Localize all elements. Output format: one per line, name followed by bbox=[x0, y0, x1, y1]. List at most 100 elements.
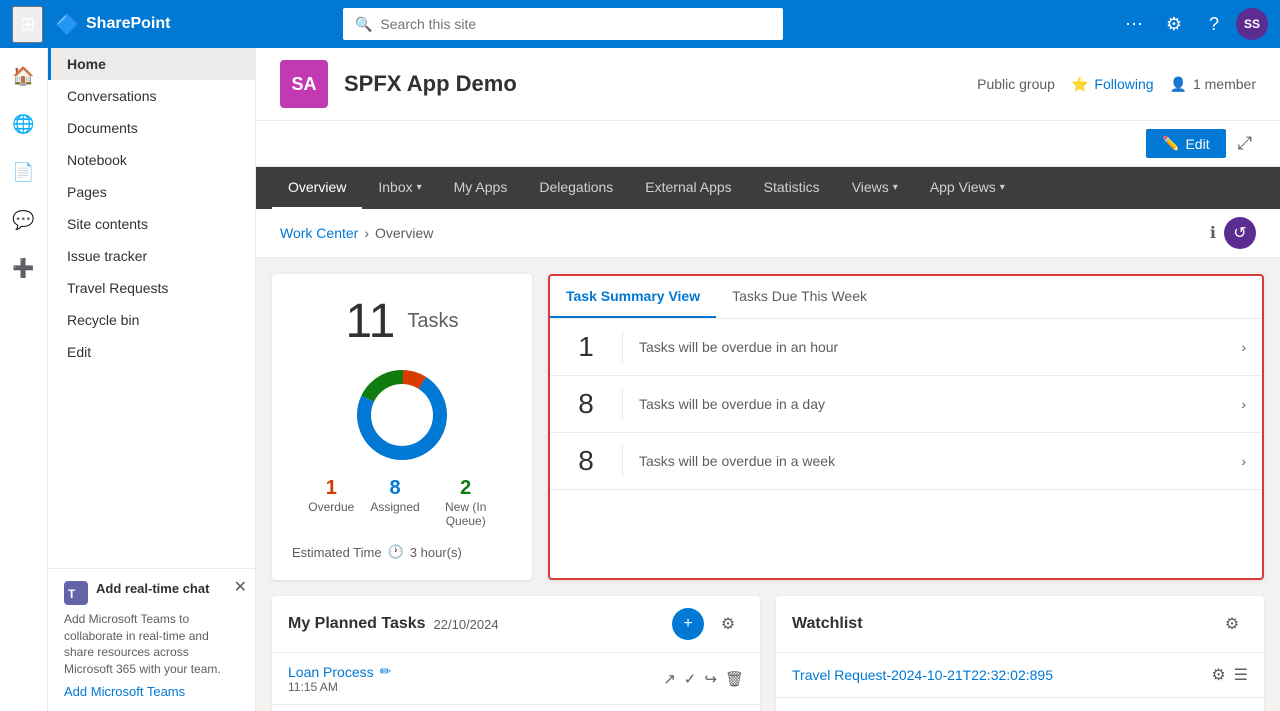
task-item-0-actions: ↗ ✓ ↪ 🗑 bbox=[663, 670, 744, 688]
site-header-right: Public group ⭐ Following 👤 1 member bbox=[977, 76, 1256, 93]
sidebar-home-label: Home bbox=[67, 56, 106, 72]
expand-button[interactable]: ⤢ bbox=[1234, 129, 1256, 158]
rail-document-button[interactable]: 📄 bbox=[0, 148, 48, 196]
breadcrumb: Work Center › Overview bbox=[280, 225, 433, 241]
watchlist-0-tools-button[interactable]: ⚙ bbox=[1211, 665, 1225, 685]
search-icon: 🔍 bbox=[355, 16, 372, 33]
sidebar-notebook-label: Notebook bbox=[67, 152, 127, 168]
sidebar-scroll: Home Conversations Documents Notebook Pa… bbox=[48, 48, 255, 568]
star-icon: ⭐ bbox=[1071, 76, 1088, 93]
settings-icon-button[interactable]: ⚙ bbox=[1156, 6, 1192, 42]
task-row-2-chevron: › bbox=[1241, 453, 1246, 469]
share-icon-button[interactable]: ⋯ bbox=[1116, 6, 1152, 42]
task-item-0-name[interactable]: Loan Process ✏ bbox=[288, 663, 651, 680]
clock-icon: 🕐 bbox=[388, 544, 404, 560]
inbox-chevron-icon: ▾ bbox=[417, 182, 422, 193]
planned-tasks-settings-button[interactable]: ⚙ bbox=[712, 608, 744, 640]
sidebar-item-edit[interactable]: Edit bbox=[48, 336, 255, 368]
task-row-2-count: 8 bbox=[566, 445, 606, 477]
teams-panel-close-button[interactable]: ✕ bbox=[234, 577, 247, 597]
sidebar-item-issue-tracker[interactable]: Issue tracker bbox=[48, 240, 255, 272]
waffle-menu-button[interactable]: ⊞ bbox=[12, 6, 43, 43]
rail-globe-button[interactable]: 🌐 bbox=[0, 100, 48, 148]
add-microsoft-teams-link[interactable]: Add Microsoft Teams bbox=[64, 684, 239, 699]
tab-views[interactable]: Views ▾ bbox=[836, 167, 914, 209]
logo-text: SharePoint bbox=[86, 15, 170, 33]
refresh-button[interactable]: ↺ bbox=[1224, 217, 1256, 249]
tab-inbox[interactable]: Inbox ▾ bbox=[362, 167, 437, 209]
task-row-2[interactable]: 8 Tasks will be overdue in a week › bbox=[550, 433, 1262, 490]
tab-external-apps[interactable]: External Apps bbox=[629, 167, 747, 209]
task-0-reassign-button[interactable]: ↪ bbox=[704, 670, 717, 688]
breadcrumb-current: Overview bbox=[375, 225, 433, 241]
task-row-1-divider bbox=[622, 388, 623, 420]
estimated-value: 3 hour(s) bbox=[410, 545, 462, 560]
overdue-stat: 1 Overdue bbox=[308, 477, 354, 528]
task-row-0-divider bbox=[622, 331, 623, 363]
overdue-count: 1 bbox=[308, 477, 354, 500]
top-nav-icons: ⋯ ⚙ ? SS bbox=[1116, 6, 1268, 42]
watchlist-item-0: Travel Request-2024-10-21T22:32:02:895 ⚙… bbox=[776, 653, 1264, 698]
watchlist-title: Watchlist bbox=[792, 615, 863, 633]
task-summary-panel: Task Summary View Tasks Due This Week 1 … bbox=[548, 274, 1264, 580]
tab-overview[interactable]: Overview bbox=[272, 167, 362, 209]
assigned-stat: 8 Assigned bbox=[370, 477, 419, 528]
task-row-2-text: Tasks will be overdue in a week bbox=[639, 453, 1241, 469]
watchlist-link-0[interactable]: Travel Request-2024-10-21T22:32:02:895 bbox=[792, 667, 1199, 683]
task-0-share-button[interactable]: ↗ bbox=[663, 670, 676, 688]
task-summary-view-tab[interactable]: Task Summary View bbox=[550, 276, 716, 318]
info-icon-button[interactable]: ℹ bbox=[1210, 217, 1216, 249]
site-header: SA SPFX App Demo Public group ⭐ Followin… bbox=[256, 48, 1280, 121]
planned-tasks-card: My Planned Tasks 22/10/2024 + ⚙ bbox=[272, 596, 760, 711]
sidebar-item-recycle-bin[interactable]: Recycle bin bbox=[48, 304, 255, 336]
sidebar-site-contents-label: Site contents bbox=[67, 216, 148, 232]
teams-panel-description: Add Microsoft Teams to collaborate in re… bbox=[64, 611, 239, 678]
tab-statistics[interactable]: Statistics bbox=[748, 167, 836, 209]
new-count: 2 bbox=[436, 477, 496, 500]
task-item-0-time: 11:15 AM bbox=[288, 680, 651, 694]
user-avatar[interactable]: SS bbox=[1236, 8, 1268, 40]
add-task-button[interactable]: + bbox=[672, 608, 704, 640]
task-0-delete-button[interactable]: 🗑 bbox=[725, 670, 744, 688]
content-area: 11 Tasks bbox=[256, 258, 1280, 711]
tab-app-views[interactable]: App Views ▾ bbox=[914, 167, 1021, 209]
edit-button[interactable]: ✏️ Edit bbox=[1146, 129, 1226, 158]
task-row-0-chevron: › bbox=[1241, 339, 1246, 355]
sidebar-item-travel-requests[interactable]: Travel Requests bbox=[48, 272, 255, 304]
sidebar-item-conversations[interactable]: Conversations bbox=[48, 80, 255, 112]
top-navigation: ⊞ 🔷 SharePoint 🔍 ⋯ ⚙ ? SS bbox=[0, 0, 1280, 48]
edit-task-0-icon[interactable]: ✏ bbox=[380, 663, 392, 680]
dashboard-bottom-row: My Planned Tasks 22/10/2024 + ⚙ bbox=[272, 596, 1264, 711]
sidebar-issue-tracker-label: Issue tracker bbox=[67, 248, 147, 264]
watchlist-0-menu-button[interactable]: ☰ bbox=[1234, 665, 1248, 685]
sidebar-item-notebook[interactable]: Notebook bbox=[48, 144, 255, 176]
main-content: SA SPFX App Demo Public group ⭐ Followin… bbox=[256, 48, 1280, 711]
sidebar-item-documents[interactable]: Documents bbox=[48, 112, 255, 144]
rail-chat-button[interactable]: 💬 bbox=[0, 196, 48, 244]
search-input[interactable] bbox=[380, 16, 771, 32]
search-box[interactable]: 🔍 bbox=[343, 8, 783, 40]
sidebar-item-home[interactable]: Home bbox=[48, 48, 255, 80]
tab-delegations[interactable]: Delegations bbox=[523, 167, 629, 209]
following-button[interactable]: ⭐ Following bbox=[1071, 76, 1154, 93]
tab-my-apps[interactable]: My Apps bbox=[438, 167, 524, 209]
task-summary-tabs: Task Summary View Tasks Due This Week bbox=[550, 276, 1262, 319]
planned-task-item-0: Loan Process ✏ 11:15 AM ↗ ✓ ↪ 🗑 bbox=[272, 653, 760, 705]
task-row-0[interactable]: 1 Tasks will be overdue in an hour › bbox=[550, 319, 1262, 376]
rail-home-button[interactable]: 🏠 bbox=[0, 52, 48, 100]
task-row-1[interactable]: 8 Tasks will be overdue in a day › bbox=[550, 376, 1262, 433]
planned-tasks-actions: + ⚙ bbox=[672, 608, 744, 640]
planned-tasks-title: My Planned Tasks bbox=[288, 615, 426, 633]
donut-chart-container bbox=[292, 365, 512, 465]
breadcrumb-parent[interactable]: Work Center bbox=[280, 225, 358, 241]
task-0-complete-button[interactable]: ✓ bbox=[684, 670, 697, 688]
app-views-chevron-icon: ▾ bbox=[1000, 182, 1005, 193]
sidebar-item-site-contents[interactable]: Site contents bbox=[48, 208, 255, 240]
tasks-due-this-week-tab[interactable]: Tasks Due This Week bbox=[716, 276, 883, 318]
sidebar-item-pages[interactable]: Pages bbox=[48, 176, 255, 208]
left-rail: 🏠 🌐 📄 💬 ➕ bbox=[0, 48, 48, 711]
watchlist-settings-button[interactable]: ⚙ bbox=[1216, 608, 1248, 640]
watchlist-item-0-actions: ⚙ ☰ bbox=[1211, 665, 1248, 685]
rail-add-button[interactable]: ➕ bbox=[0, 244, 48, 292]
help-icon-button[interactable]: ? bbox=[1196, 6, 1232, 42]
